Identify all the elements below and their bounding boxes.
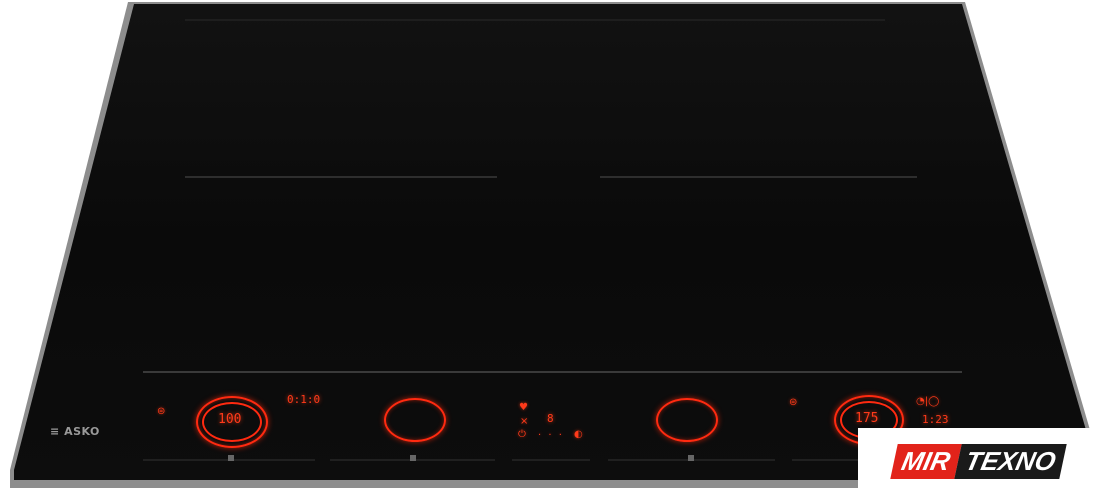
boost-icon[interactable]: ◐ [574,429,583,440]
zone-2-control-ring[interactable] [384,398,446,442]
brand-logo: ≡ ASKO [50,425,100,438]
left-zone-timer-display: 0:1:0 [287,393,321,406]
right-zone-pot-icon[interactable]: ⊜ [789,397,797,408]
brand-icon: ≡ [50,425,60,438]
zone-marker-3 [688,455,694,461]
cooktop-glass [14,4,1086,480]
level-dots: · · · [538,430,564,441]
lock-icon[interactable]: ♥ [519,402,528,413]
pause-icon[interactable]: × [520,416,528,427]
right-zone-timer-display: 1:23 [922,413,949,426]
center-level-display: 8 [547,412,554,425]
zone-marker-2 [410,455,416,461]
power-icon[interactable]: ⏻ [518,429,526,440]
watermark-part-1: MIR [890,443,962,479]
watermark-part-2: TEXNO [954,443,1068,479]
zone-marker-1 [228,455,234,461]
brand-text: ASKO [64,425,100,438]
right-zone-timer-icon[interactable]: ◔|◯ [916,396,939,407]
zone-3-control-ring[interactable] [656,398,718,442]
left-zone-pot-icon[interactable]: ⊜ [157,406,165,417]
watermark-logo: MIR TEXNO [858,428,1100,494]
left-zone-power-display: 100 [218,412,242,427]
right-zone-power-display: 175 [855,411,879,426]
